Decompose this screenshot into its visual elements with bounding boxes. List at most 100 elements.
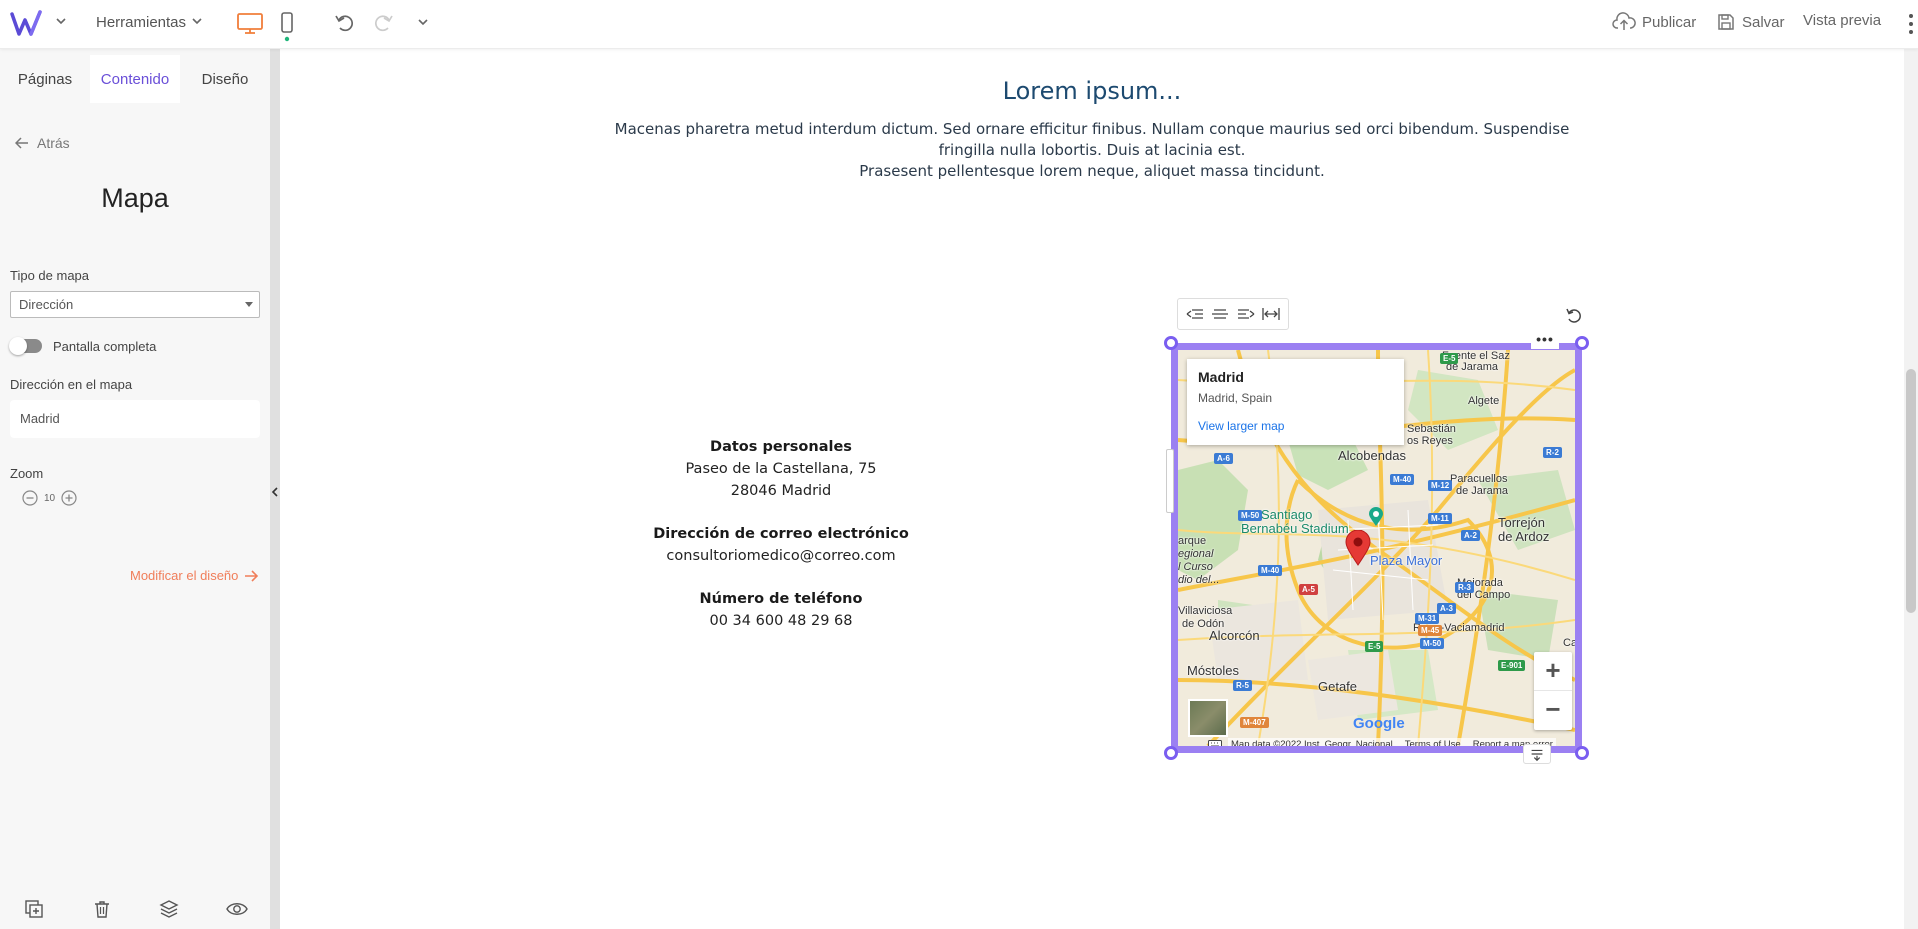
map-label-sebastian: Sebastián — [1407, 423, 1456, 435]
zoom-increase-icon[interactable] — [61, 490, 77, 506]
tools-menu[interactable]: Herramientas — [96, 14, 186, 31]
zoom-label: Zoom — [10, 466, 44, 481]
publish-label: Publicar — [1642, 13, 1697, 31]
road-shield: M-50 — [1238, 510, 1263, 521]
map-label-torrejon: Torrejón — [1498, 515, 1545, 530]
location-pin-icon[interactable] — [1345, 530, 1371, 566]
intro-line-2: fringilla nulla lobortis. Duis at lacini… — [938, 141, 1246, 159]
map-zoom-out-button[interactable]: − — [1534, 691, 1572, 730]
satellite-toggle-thumbnail[interactable] — [1188, 699, 1228, 737]
tab-pages[interactable]: Páginas — [0, 55, 90, 103]
tab-design[interactable]: Diseño — [180, 55, 270, 103]
map-label-parque: arque — [1178, 535, 1207, 547]
road-shield: A-6 — [1214, 453, 1233, 464]
map-widget[interactable]: Fuente el Saz de Jarama Algete Sebastián… — [1171, 343, 1582, 753]
vertical-resize-icon[interactable] — [1523, 744, 1551, 764]
preview-button[interactable]: Vista previa — [1803, 12, 1881, 29]
stadium-pin-icon[interactable] — [1368, 507, 1384, 527]
map-info-card: Madrid Madrid, Spain View larger map — [1187, 359, 1404, 445]
align-toolbar — [1177, 298, 1289, 330]
intro-line-1: Macenas pharetra metud interdum dictum. … — [614, 120, 1570, 138]
intro-paragraph[interactable]: Macenas pharetra metud interdum dictum. … — [600, 119, 1584, 182]
address-input[interactable]: Madrid — [10, 400, 260, 438]
mobile-view-icon[interactable] — [279, 11, 295, 43]
publish-button[interactable]: Publicar — [1612, 12, 1696, 32]
terms-link[interactable]: Terms of Use — [1405, 739, 1461, 746]
history-chevron-icon[interactable] — [416, 15, 430, 29]
road-shield: M-31 — [1415, 613, 1440, 624]
map-label-plaza-mayor: Plaza Mayor — [1370, 553, 1443, 568]
reset-icon[interactable] — [1564, 306, 1584, 326]
eye-icon[interactable] — [226, 899, 248, 924]
desktop-view-icon[interactable] — [236, 11, 264, 35]
contact-block[interactable]: Datos personales Paseo de la Castellana,… — [600, 436, 962, 632]
tab-content[interactable]: Contenido — [90, 55, 180, 103]
undo-icon[interactable] — [334, 12, 356, 34]
toggle-knob — [9, 337, 27, 355]
sidebar-tabs: Páginas Contenido Diseño — [0, 55, 270, 103]
map-label-santiago: Santiago — [1261, 507, 1313, 522]
trash-icon[interactable] — [92, 899, 112, 924]
duplicate-icon[interactable] — [24, 899, 44, 924]
fullscreen-toggle[interactable] — [9, 337, 42, 355]
select-arrow-icon — [245, 302, 253, 307]
map-label-curso: l Curso — [1178, 561, 1213, 573]
stretch-width-icon[interactable] — [1262, 307, 1280, 321]
collapse-sidebar-icon[interactable] — [271, 487, 279, 497]
map-data-text: Map data ©2022 Inst. Geogr. Nacional — [1231, 739, 1393, 750]
back-link[interactable]: Atrás — [15, 135, 70, 151]
road-shield: M-40 — [1390, 474, 1415, 485]
resize-handle-bottom-left[interactable] — [1164, 746, 1178, 760]
align-left-icon[interactable] — [1186, 307, 1204, 321]
element-options-button[interactable]: ••• — [1531, 332, 1559, 349]
map-label-getafe: Getafe — [1318, 679, 1358, 694]
fullscreen-label: Pantalla completa — [53, 339, 157, 354]
map-label-regional: egional — [1178, 548, 1214, 560]
map-zoom-controls: + − — [1534, 652, 1572, 730]
map-attribution: Map data ©2022 Inst. Geogr. Nacional Ter… — [1228, 738, 1556, 750]
map-label-alcobendas: Alcobendas — [1338, 448, 1406, 463]
resize-handle-top-right[interactable] — [1575, 336, 1589, 350]
zoom-decrease-icon[interactable] — [22, 490, 38, 506]
map-type-value: Dirección — [19, 297, 74, 312]
more-options-icon[interactable] — [1908, 12, 1914, 36]
phone-title: Número de teléfono — [699, 591, 863, 607]
modify-design-link[interactable]: Modificar el diseño — [130, 568, 259, 583]
resize-handle-bottom-right[interactable] — [1575, 746, 1589, 760]
view-larger-map-link[interactable]: View larger map — [1198, 419, 1393, 433]
scrollbar-thumb[interactable] — [1906, 369, 1916, 613]
chevron-down-icon[interactable] — [54, 14, 68, 28]
map-label-algete: Algete — [1468, 395, 1500, 407]
sidebar-panel: Páginas Contenido Diseño Atrás Mapa Tipo… — [0, 49, 270, 929]
arrow-right-icon — [245, 569, 259, 582]
intro-line-3: Prasesent pellentesque lorem neque, aliq… — [859, 162, 1325, 180]
road-shield: E-5 — [1440, 353, 1459, 364]
road-shield: E-5 — [1365, 641, 1384, 652]
map-label-paracuellos: Paracuellos — [1450, 473, 1508, 485]
page-scrollbar[interactable] — [1904, 49, 1918, 929]
map-label-mostoles: Móstoles — [1187, 663, 1240, 678]
page-heading[interactable]: Lorem ipsum... — [280, 77, 1904, 105]
map-label-car: Car — [1563, 637, 1581, 649]
modify-design-label: Modificar el diseño — [130, 568, 239, 583]
save-button[interactable]: Salvar — [1716, 12, 1785, 32]
road-shield: R-5 — [1233, 680, 1252, 691]
keyboard-icon[interactable] — [1208, 740, 1222, 750]
align-center-icon[interactable] — [1211, 307, 1229, 321]
resize-handle-top-left[interactable] — [1164, 336, 1178, 350]
map-label-alcorcon: Alcorcón — [1209, 628, 1260, 643]
road-shield: A-3 — [1437, 603, 1456, 614]
layers-icon[interactable] — [159, 899, 179, 924]
w-logo-icon[interactable] — [10, 10, 46, 38]
email-value: consultoriomedico@correo.com — [666, 548, 896, 564]
align-right-icon[interactable] — [1237, 307, 1255, 321]
drag-handle-left[interactable] — [1166, 449, 1174, 513]
map-zoom-in-button[interactable]: + — [1534, 652, 1572, 691]
map-label-ardoz: de Ardoz — [1498, 529, 1550, 544]
redo-icon[interactable] — [372, 12, 394, 34]
tools-chevron-icon[interactable] — [190, 14, 204, 28]
map-type-select[interactable]: Dirección — [10, 291, 260, 318]
map-label-bernabeu: Bernabéu Stadium — [1241, 521, 1349, 536]
road-shield: M-45 — [1418, 625, 1443, 636]
road-shield: A-5 — [1299, 584, 1318, 595]
